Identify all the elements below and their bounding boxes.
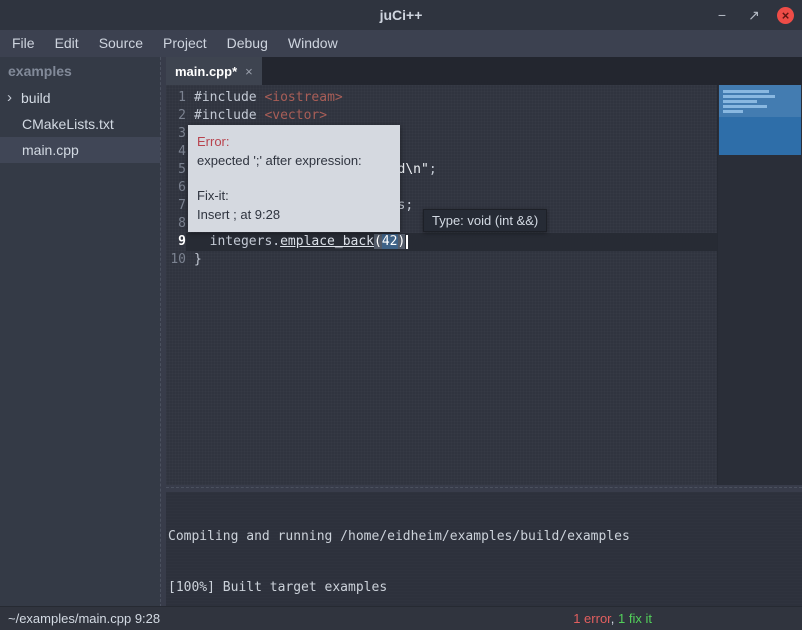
chevron-right-icon[interactable]: › (7, 85, 21, 111)
window-controls: − ↗ × (713, 0, 794, 30)
window-title: juCi++ (0, 0, 802, 30)
sidebar-item-build[interactable]: › build (0, 85, 160, 111)
terminal-line: Compiling and running /home/eidheim/exam… (168, 528, 802, 545)
overview-column (717, 85, 802, 485)
line-number: 6 (166, 179, 186, 197)
line-number: 8 (166, 215, 186, 233)
close-button[interactable]: × (777, 7, 794, 24)
line-number: 4 (166, 143, 186, 161)
current-code-line[interactable]: 9 integers.emplace_back(42) (166, 233, 718, 251)
restore-icon: ↗ (748, 7, 760, 24)
menu-debug[interactable]: Debug (217, 30, 278, 57)
error-tooltip: Error: expected ';' after expression: Fi… (188, 125, 400, 232)
code-line[interactable]: 10 } (166, 251, 718, 269)
status-separator: , (611, 611, 618, 626)
status-error-count: 1 error (573, 611, 611, 626)
code-text: } (194, 252, 202, 267)
status-fixit-count: 1 fix it (618, 611, 652, 626)
minimize-icon: − (718, 7, 726, 23)
minimap[interactable] (719, 85, 801, 155)
code-text: <vector> (264, 108, 327, 123)
restore-button[interactable]: ↗ (745, 6, 763, 24)
line-number: 3 (166, 125, 186, 143)
code-text: <iostream> (264, 90, 342, 105)
tab-close-icon[interactable]: × (245, 64, 253, 79)
line-number: 2 (166, 107, 186, 125)
minimize-button[interactable]: − (713, 6, 731, 24)
menu-bar: File Edit Source Project Debug Window (0, 30, 802, 57)
menu-edit[interactable]: Edit (45, 30, 89, 57)
line-number: 10 (166, 251, 186, 269)
tab-bar: main.cpp* × (166, 57, 802, 85)
argument-value: 42 (382, 234, 398, 249)
code-text: integers. (194, 234, 280, 249)
output-terminal[interactable]: Compiling and running /home/eidheim/exam… (166, 492, 802, 607)
fixit-text: Insert ; at 9:28 (197, 205, 391, 224)
method-name: emplace_back (280, 234, 374, 249)
error-title: Error: (197, 132, 391, 151)
code-text: #include (194, 108, 264, 123)
sidebar-item-label: main.cpp (22, 137, 79, 163)
title-bar[interactable]: juCi++ − ↗ × (0, 0, 802, 31)
code-editor[interactable]: 1 #include <iostream> 2 #include <vector… (166, 85, 802, 485)
sidebar-item-cmakelists[interactable]: CMakeLists.txt (0, 111, 160, 137)
text-cursor (406, 235, 408, 249)
type-tooltip: Type: void (int &&) (423, 209, 547, 232)
status-bar: ~/examples/main.cpp 9:28 1 error, 1 fix … (0, 606, 802, 630)
bracket-highlight: ( (374, 234, 382, 249)
sidebar-item-maincpp[interactable]: main.cpp (0, 137, 160, 163)
menu-window[interactable]: Window (278, 30, 348, 57)
status-diagnostics: 1 error, 1 fix it (573, 611, 794, 626)
menu-file[interactable]: File (2, 30, 45, 57)
tooltip-spacer (197, 170, 391, 186)
code-text: #include (194, 90, 264, 105)
close-icon: × (782, 8, 790, 23)
tab-label: main.cpp* (175, 64, 237, 79)
tab-main-cpp[interactable]: main.cpp* × (166, 57, 262, 85)
line-number: 7 (166, 197, 186, 215)
menu-project[interactable]: Project (153, 30, 217, 57)
terminal-line: [100%] Built target examples (168, 579, 802, 596)
project-name: examples (0, 57, 160, 85)
code-line[interactable]: 1 #include <iostream> (166, 89, 718, 107)
line-number: 1 (166, 89, 186, 107)
status-file-position: ~/examples/main.cpp 9:28 (8, 611, 160, 626)
fixit-title: Fix-it: (197, 186, 391, 205)
bracket-highlight: ) (398, 234, 406, 249)
file-tree-panel: examples › build CMakeLists.txt main.cpp (0, 57, 160, 607)
line-number: 5 (166, 161, 186, 179)
menu-source[interactable]: Source (89, 30, 153, 57)
sidebar-item-label: build (21, 85, 51, 111)
sidebar-item-label: CMakeLists.txt (22, 111, 114, 137)
minimap-viewport (719, 85, 801, 117)
code-line[interactable]: 2 #include <vector> (166, 107, 718, 125)
juci-window: juCi++ − ↗ × File Edit Source Project De… (0, 0, 802, 630)
code-text: ; (429, 162, 437, 177)
error-message: expected ';' after expression: (197, 151, 391, 170)
line-number: 9 (166, 233, 186, 251)
